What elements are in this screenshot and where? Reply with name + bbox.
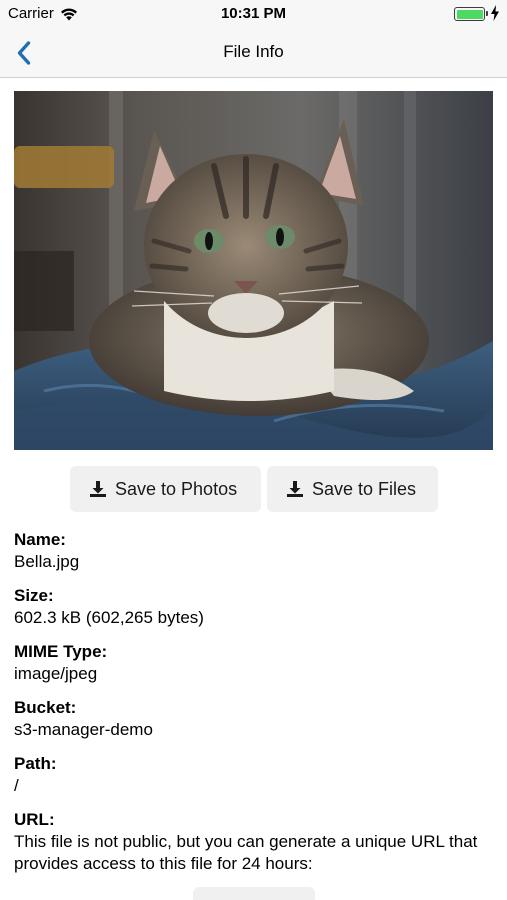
cat-photo [14,91,493,450]
save-to-photos-button[interactable]: Save to Photos [70,466,261,512]
image-preview [14,91,493,450]
download-icon [287,481,303,497]
size-label: Size: [14,586,54,605]
save-to-files-label: Save to Files [312,478,417,499]
action-buttons: Save to Photos Save to Files [70,466,438,512]
navigation-bar: File Info [0,28,507,78]
url-label: URL: [14,810,55,829]
save-to-photos-label: Save to Photos [115,478,238,499]
save-to-files-button[interactable]: Save to Files [267,466,438,512]
mime-type-label: MIME Type: [14,642,108,661]
battery-fill [456,9,483,19]
size-value: 602.3 kB (602,265 bytes) [14,608,204,627]
name-value: Bella.jpg [14,552,80,571]
bucket-label: Bucket: [14,698,77,717]
bucket-value: s3-manager-demo [14,720,153,739]
page-title: File Info [223,42,284,61]
name-label: Name: [14,530,66,549]
status-bar: Carrier 10:31 PM [0,0,507,28]
url-note: This file is not public, but you can gen… [14,832,478,873]
path-label: Path: [14,754,57,773]
status-time: 10:31 PM [220,5,287,22]
generate-url-button[interactable] [193,887,315,900]
file-info: Name: Bella.jpg Size: 602.3 kB (602,265 … [14,529,494,875]
path-value: / [14,776,19,795]
download-icon [90,481,106,497]
mime-type-value: image/jpeg [14,664,98,683]
charging-bolt-icon [491,5,499,21]
battery-icon [454,7,488,21]
